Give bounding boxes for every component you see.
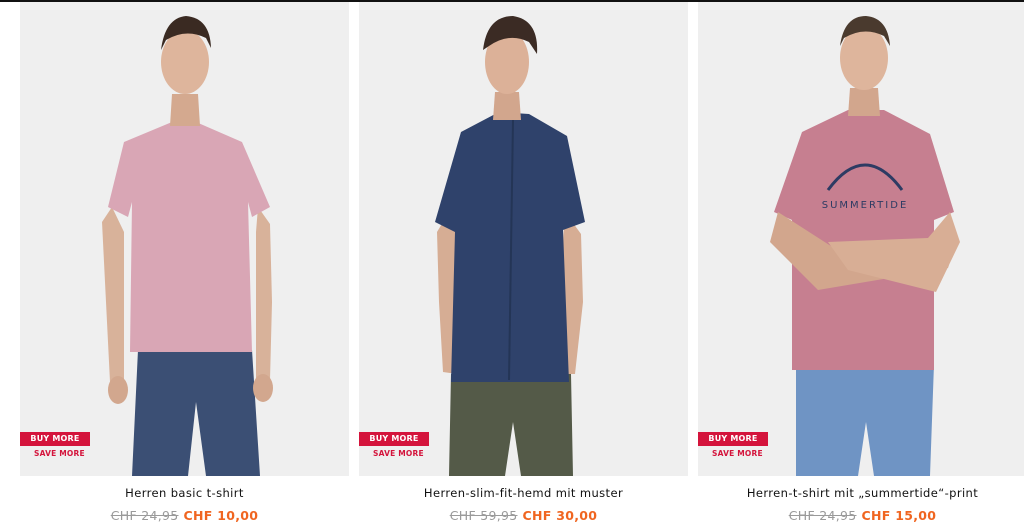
sale-price: CHF 10,00 — [183, 508, 259, 523]
sale-price: CHF 15,00 — [861, 508, 937, 523]
product-price: CHF 24,95 CHF 10,00 — [20, 508, 349, 523]
product-image[interactable] — [20, 2, 349, 476]
product-title[interactable]: Herren basic t-shirt — [20, 486, 349, 500]
save-more-label: SAVE MORE — [712, 449, 763, 458]
product-image[interactable] — [359, 2, 688, 476]
model-navy-shirt-image — [435, 16, 585, 476]
model-summertide-tshirt-image: SUMMERTIDE — [770, 16, 960, 476]
product-grid: BUY MORE SAVE MORE Herren basic t-shirt … — [20, 2, 1024, 528]
sale-price: CHF 30,00 — [522, 508, 598, 523]
product-price: CHF 24,95 CHF 15,00 — [698, 508, 1024, 523]
original-price: CHF 24,95 — [110, 508, 179, 523]
product-card[interactable]: BUY MORE SAVE MORE Herren basic t-shirt … — [20, 2, 349, 528]
save-more-label: SAVE MORE — [373, 449, 424, 458]
original-price: CHF 24,95 — [788, 508, 857, 523]
model-pink-tshirt-image — [102, 16, 273, 476]
buy-more-badge: BUY MORE — [698, 432, 768, 446]
product-title[interactable]: Herren-t-shirt mit „summertide“-print — [698, 486, 1024, 500]
product-image[interactable]: SUMMERTIDE — [698, 2, 1024, 476]
buy-more-badge: BUY MORE — [20, 432, 90, 446]
buy-more-badge: BUY MORE — [359, 432, 429, 446]
product-title[interactable]: Herren-slim-fit-hemd mit muster — [359, 486, 688, 500]
product-card[interactable]: BUY MORE SAVE MORE Herren-slim-fit-hemd … — [359, 2, 688, 528]
product-price: CHF 59,95 CHF 30,00 — [359, 508, 688, 523]
original-price: CHF 59,95 — [449, 508, 518, 523]
product-card[interactable]: SUMMERTIDE BUY MORE SAVE MORE Herren-t-s… — [698, 2, 1024, 528]
save-more-label: SAVE MORE — [34, 449, 85, 458]
summertide-print-text: SUMMERTIDE — [822, 200, 909, 211]
